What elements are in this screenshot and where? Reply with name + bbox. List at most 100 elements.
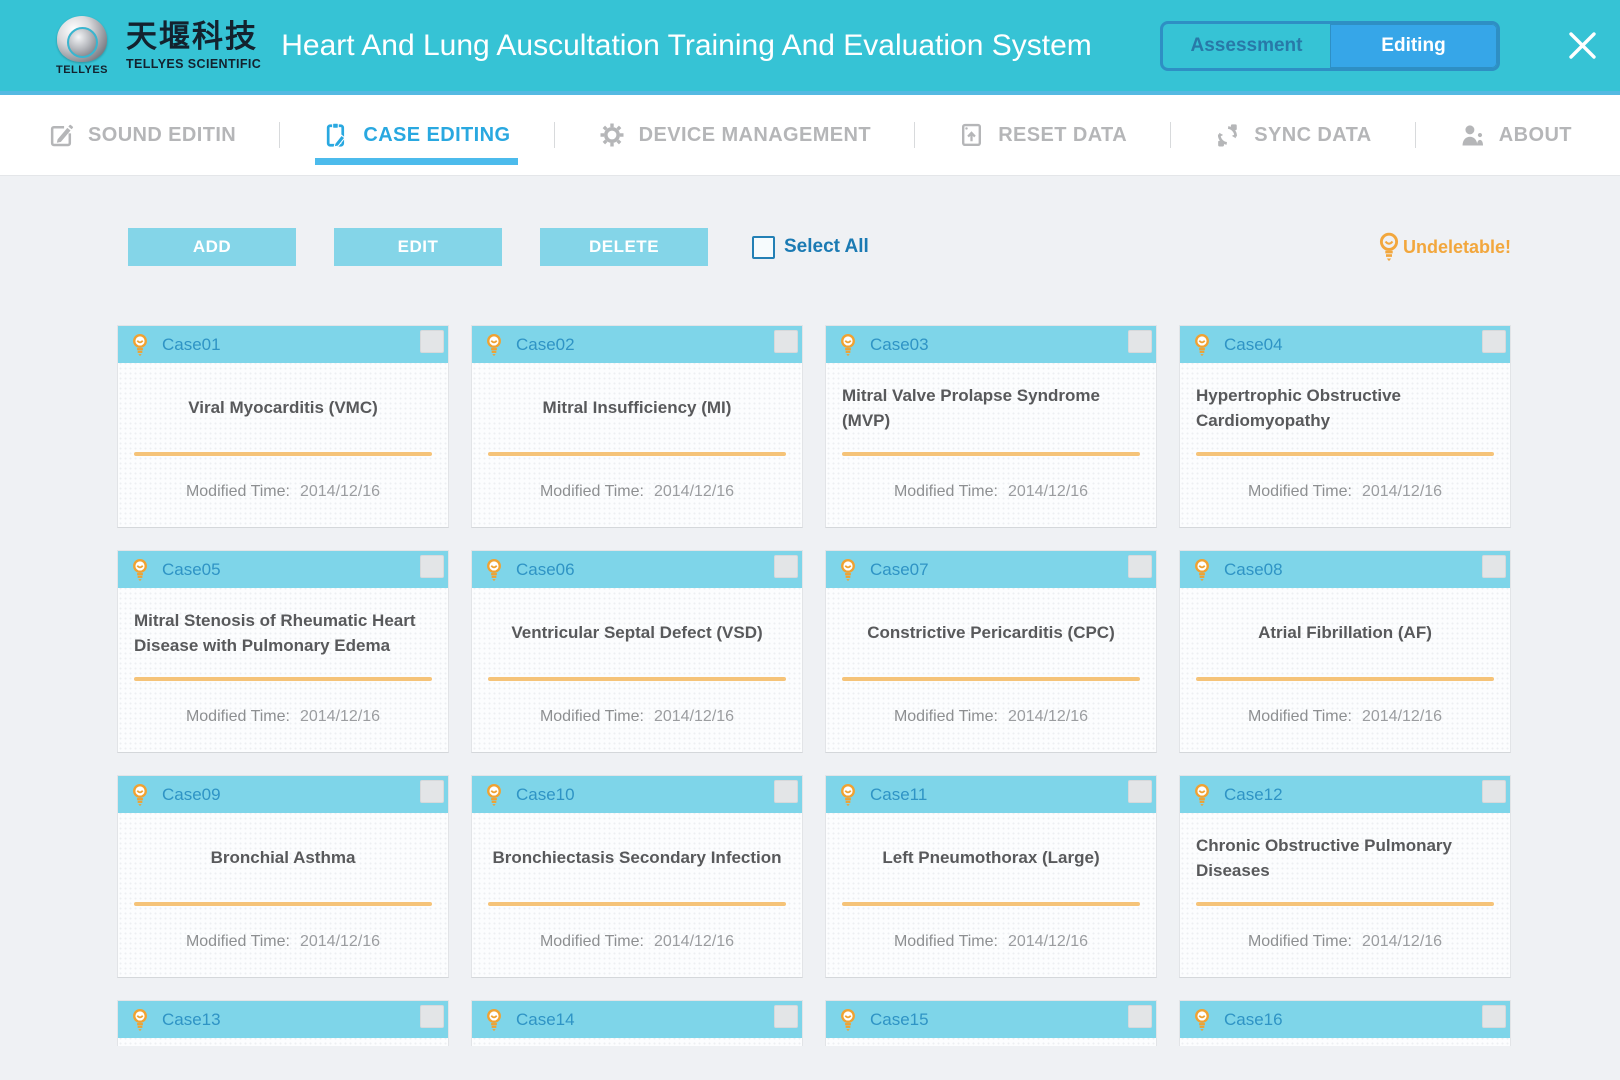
modified-time-value: 2014/12/16: [1008, 933, 1088, 951]
modified-time-label: Modified Time:: [540, 483, 644, 501]
case-card[interactable]: Case06 Ventricular Septal Defect (VSD) M…: [471, 550, 803, 753]
case-card-header: Case04: [1180, 326, 1510, 363]
case-footer: Modified Time: 2014/12/16: [1180, 906, 1510, 977]
case-id: Case13: [162, 1010, 221, 1030]
case-title-wrap: [1180, 1038, 1510, 1046]
case-id: Case12: [1224, 785, 1283, 805]
modified-time-label: Modified Time:: [1248, 483, 1352, 501]
case-checkbox[interactable]: [420, 780, 444, 803]
case-checkbox[interactable]: [420, 1005, 444, 1028]
nav-separator: [554, 122, 555, 148]
case-card[interactable]: Case01 Viral Myocarditis (VMC) Modified …: [117, 325, 449, 528]
case-footer: Modified Time: 2014/12/16: [472, 681, 802, 752]
case-title: Constrictive Pericarditis (CPC): [867, 621, 1115, 646]
case-title: Mitral Valve Prolapse Syndrome (MVP): [842, 384, 1140, 433]
case-footer: Modified Time: 2014/12/16: [826, 681, 1156, 752]
delete-button[interactable]: DELETE: [540, 228, 708, 266]
case-card[interactable]: Case14: [471, 1000, 803, 1046]
case-card-header: Case06: [472, 551, 802, 588]
case-checkbox[interactable]: [1128, 555, 1152, 578]
case-id: Case09: [162, 785, 221, 805]
case-title-wrap: Bronchial Asthma: [118, 813, 448, 902]
case-checkbox[interactable]: [774, 1005, 798, 1028]
case-card[interactable]: Case12 Chronic Obstructive Pulmonary Dis…: [1179, 775, 1511, 978]
case-card[interactable]: Case09 Bronchial Asthma Modified Time: 2…: [117, 775, 449, 978]
case-card[interactable]: Case13: [117, 1000, 449, 1046]
case-title-wrap: Hypertrophic Obstructive Cardiomyopathy: [1180, 363, 1510, 452]
case-checkbox[interactable]: [774, 330, 798, 353]
nav-item-case-editing[interactable]: CASE EDITING: [323, 95, 510, 175]
case-id: Case15: [870, 1010, 929, 1030]
case-card[interactable]: Case05 Mitral Stenosis of Rheumatic Hear…: [117, 550, 449, 753]
modified-time-label: Modified Time:: [1248, 708, 1352, 726]
nav-separator: [914, 122, 915, 148]
case-title-wrap: Ventricular Septal Defect (VSD): [472, 588, 802, 677]
add-button[interactable]: ADD: [128, 228, 296, 266]
case-title: Viral Myocarditis (VMC): [188, 396, 378, 421]
select-all-checkbox[interactable]: [752, 236, 775, 259]
case-title-wrap: [118, 1038, 448, 1046]
case-card-header: Case02: [472, 326, 802, 363]
case-title: Mitral Stenosis of Rheumatic Heart Disea…: [134, 609, 432, 658]
case-checkbox[interactable]: [1128, 1005, 1152, 1028]
content-area: ADD EDIT DELETE Select All Undeletable!: [0, 175, 1620, 1046]
case-card-header: Case12: [1180, 776, 1510, 813]
nav-separator: [1170, 122, 1171, 148]
modified-time-label: Modified Time:: [894, 708, 998, 726]
assessment-button[interactable]: Assessment: [1163, 24, 1330, 68]
nav-item-about[interactable]: ABOUT: [1459, 95, 1572, 175]
brand-name-cn: 天堰科技: [126, 20, 261, 54]
case-footer: Modified Time: 2014/12/16: [472, 456, 802, 527]
case-checkbox[interactable]: [420, 555, 444, 578]
logo: TELLYES 天堰科技 TELLYES SCIENTIFIC: [50, 16, 261, 76]
case-card[interactable]: Case02 Mitral Insufficiency (MI) Modifie…: [471, 325, 803, 528]
case-checkbox[interactable]: [1128, 780, 1152, 803]
case-card-header: Case05: [118, 551, 448, 588]
nav-item-sound-editing[interactable]: SOUND EDITIN: [48, 95, 236, 175]
editing-button[interactable]: Editing: [1330, 24, 1497, 68]
titlebar: TELLYES 天堰科技 TELLYES SCIENTIFIC Heart An…: [0, 0, 1620, 95]
case-checkbox[interactable]: [774, 780, 798, 803]
case-card[interactable]: Case07 Constrictive Pericarditis (CPC) M…: [825, 550, 1157, 753]
case-title: Bronchiectasis Secondary Infection: [492, 846, 781, 871]
select-all-label[interactable]: Select All: [784, 236, 869, 258]
lightbulb-icon: [485, 333, 503, 357]
select-all-control[interactable]: Select All: [752, 236, 869, 259]
case-card[interactable]: Case04 Hypertrophic Obstructive Cardiomy…: [1179, 325, 1511, 528]
case-card-header: Case16: [1180, 1001, 1510, 1038]
case-checkbox[interactable]: [1482, 1005, 1506, 1028]
case-footer: Modified Time: 2014/12/16: [1180, 681, 1510, 752]
nav-separator: [279, 122, 280, 148]
case-card[interactable]: Case16: [1179, 1000, 1511, 1046]
case-card[interactable]: Case08 Atrial Fibrillation (AF) Modified…: [1179, 550, 1511, 753]
case-checkbox[interactable]: [1482, 330, 1506, 353]
case-card-header: Case03: [826, 326, 1156, 363]
case-card[interactable]: Case10 Bronchiectasis Secondary Infectio…: [471, 775, 803, 978]
modified-time-label: Modified Time:: [186, 708, 290, 726]
lightbulb-icon: [131, 558, 149, 582]
case-title-wrap: Chronic Obstructive Pulmonary Diseases: [1180, 813, 1510, 902]
case-checkbox[interactable]: [1482, 555, 1506, 578]
nav-item-device-management[interactable]: DEVICE MANAGEMENT: [598, 95, 871, 175]
person-icon: [1459, 122, 1486, 149]
case-card[interactable]: Case03 Mitral Valve Prolapse Syndrome (M…: [825, 325, 1157, 528]
lightbulb-icon: [485, 1008, 503, 1032]
nav-item-sync-data[interactable]: SYNC DATA: [1214, 95, 1371, 175]
undeletable-note: Undeletable!: [1377, 232, 1511, 262]
lightbulb-icon: [485, 558, 503, 582]
case-id: Case11: [870, 785, 927, 805]
modified-time-value: 2014/12/16: [654, 933, 734, 951]
nav-item-reset-data[interactable]: RESET DATA: [958, 95, 1127, 175]
edit-button[interactable]: EDIT: [334, 228, 502, 266]
case-checkbox[interactable]: [774, 555, 798, 578]
modified-time-label: Modified Time:: [540, 933, 644, 951]
close-button[interactable]: [1562, 25, 1603, 66]
case-checkbox[interactable]: [1128, 330, 1152, 353]
lightbulb-icon: [839, 1008, 857, 1032]
case-checkbox[interactable]: [1482, 780, 1506, 803]
case-checkbox[interactable]: [420, 330, 444, 353]
case-card[interactable]: Case11 Left Pneumothorax (Large) Modifie…: [825, 775, 1157, 978]
modified-time-label: Modified Time:: [186, 933, 290, 951]
case-card[interactable]: Case15: [825, 1000, 1157, 1046]
main-nav: SOUND EDITIN CASE EDITING DEVICE MANAGEM…: [0, 95, 1620, 175]
